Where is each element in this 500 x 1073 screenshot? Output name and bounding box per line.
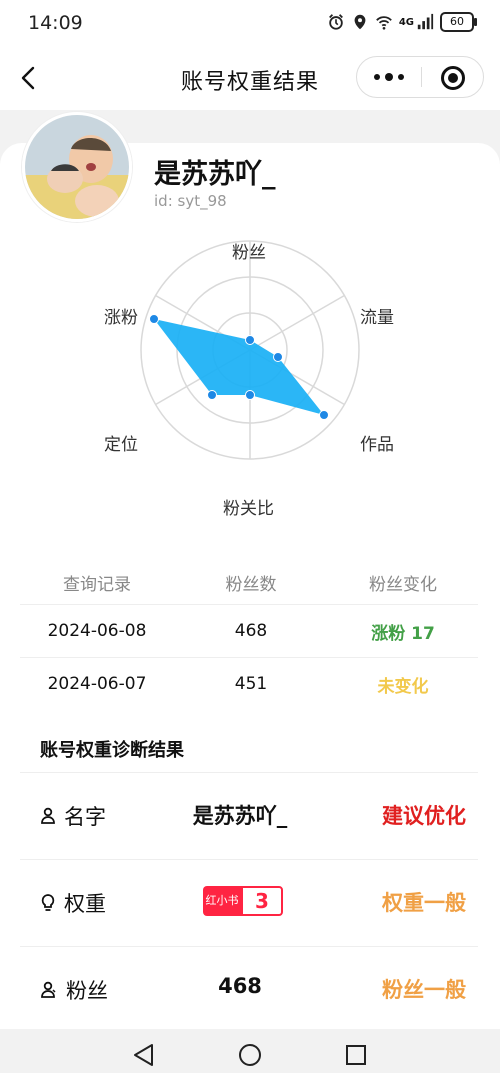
diagnosis-label: 名字 bbox=[40, 801, 106, 831]
radar-point-works bbox=[319, 410, 329, 420]
alarm-icon bbox=[328, 14, 343, 30]
table-row: 2024-06-08 468 涨粉 17 bbox=[20, 605, 478, 658]
user-icon bbox=[41, 807, 55, 824]
battery-indicator: 60 bbox=[440, 12, 477, 32]
radar-label-position: 定位 bbox=[104, 435, 138, 455]
location-icon bbox=[354, 14, 366, 30]
capsule-divider bbox=[421, 67, 422, 87]
diagnosis-value: 是苏苏吖_ bbox=[192, 804, 288, 828]
nav-recents-icon[interactable] bbox=[346, 1045, 366, 1065]
weight-level-badge: 红小书 3 bbox=[203, 886, 283, 916]
diagnosis-value: 468 bbox=[218, 974, 262, 998]
user-name: 是苏苏吖_ bbox=[154, 159, 276, 190]
mini-program-capsule bbox=[356, 56, 484, 98]
diagnosis-list: 名字 是苏苏吖_ 建议优化 权重 红小书 3 权重一般 粉丝 468 粉丝一般 bbox=[20, 772, 478, 1034]
nav-bar: 账号权重结果 bbox=[0, 46, 500, 110]
user-id: id: syt_98 bbox=[154, 192, 227, 210]
system-nav-bar bbox=[0, 1029, 500, 1069]
status-icons: 4G 60 bbox=[327, 12, 477, 32]
header-query-record: 查询记录 bbox=[63, 574, 131, 595]
diagnosis-row-fans: 粉丝 468 粉丝一般 bbox=[20, 947, 478, 1034]
row-change: 未变化 bbox=[377, 676, 429, 697]
diagnosis-result: 建议优化 bbox=[382, 804, 466, 828]
network-type: 4G bbox=[398, 16, 414, 28]
diagnosis-result: 粉丝一般 bbox=[382, 978, 466, 1002]
radar-label-traffic: 流量 bbox=[360, 308, 394, 328]
status-time: 14:09 bbox=[28, 12, 83, 34]
diagnosis-result: 权重一般 bbox=[382, 891, 466, 915]
avatar bbox=[22, 112, 132, 222]
radar-label-growth: 涨粉 bbox=[104, 308, 138, 328]
radar-label-fans: 粉丝 bbox=[232, 243, 266, 263]
radar-point-traffic bbox=[273, 352, 283, 362]
radar-point-growth bbox=[149, 314, 159, 324]
table-header: 查询记录 粉丝数 粉丝变化 bbox=[20, 560, 478, 605]
header-fans-count: 粉丝数 bbox=[225, 574, 277, 595]
wifi-icon bbox=[375, 16, 392, 30]
more-button[interactable] bbox=[357, 57, 421, 97]
radar-svg bbox=[140, 240, 360, 460]
diagnosis-label-text: 权重 bbox=[64, 892, 106, 916]
radar-point-ratio bbox=[245, 390, 255, 400]
bulb-icon bbox=[41, 894, 55, 911]
diagnosis-row-name: 名字 是苏苏吖_ 建议优化 bbox=[20, 773, 478, 860]
row-fans: 468 bbox=[234, 621, 268, 641]
users-icon bbox=[41, 981, 56, 998]
status-bar: 14:09 4G 60 bbox=[0, 0, 500, 46]
diagnosis-label: 粉丝 bbox=[40, 975, 108, 1005]
diagnosis-row-weight: 权重 红小书 3 权重一般 bbox=[20, 860, 478, 947]
avatar-image bbox=[25, 115, 129, 219]
row-date: 2024-06-07 bbox=[47, 674, 147, 694]
diagnosis-title: 账号权重诊断结果 bbox=[40, 740, 184, 761]
query-history-table: 查询记录 粉丝数 粉丝变化 2024-06-08 468 涨粉 17 2024-… bbox=[20, 560, 478, 710]
close-target-icon[interactable] bbox=[441, 66, 465, 90]
diagnosis-label-text: 粉丝 bbox=[66, 979, 108, 1003]
radar-label-works: 作品 bbox=[360, 435, 394, 455]
radar-point-fans bbox=[245, 335, 255, 345]
radar-label-ratio: 粉关比 bbox=[223, 499, 274, 519]
row-fans: 451 bbox=[234, 674, 268, 694]
row-date: 2024-06-08 bbox=[47, 621, 147, 641]
nav-home-icon[interactable] bbox=[239, 1044, 261, 1066]
weight-level-value: 3 bbox=[241, 886, 283, 916]
table-row: 2024-06-07 451 未变化 bbox=[20, 658, 478, 710]
diagnosis-label: 权重 bbox=[40, 888, 106, 918]
radar-point-position bbox=[207, 390, 217, 400]
xiaohongshu-logo: 红小书 bbox=[203, 886, 241, 916]
header-fans-change: 粉丝变化 bbox=[369, 574, 437, 595]
nav-back-icon[interactable] bbox=[134, 1044, 153, 1066]
weight-radar-chart: 粉丝 流量 作品 粉关比 定位 涨粉 bbox=[90, 230, 410, 520]
row-change: 涨粉 17 bbox=[371, 623, 435, 644]
signal-icon bbox=[417, 13, 434, 30]
diagnosis-label-text: 名字 bbox=[64, 805, 106, 829]
